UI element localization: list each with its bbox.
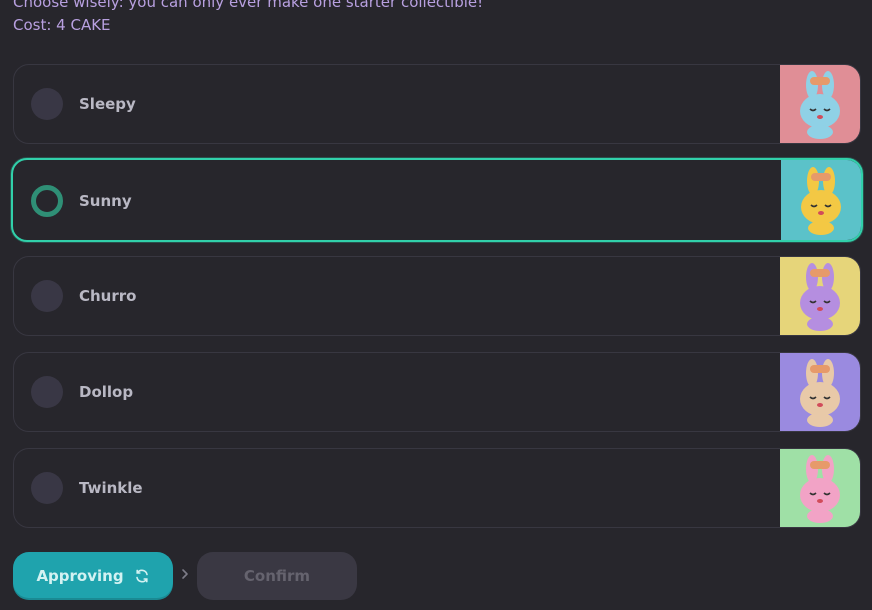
sunny-bunny-icon (781, 160, 861, 240)
approving-label: Approving (36, 567, 124, 585)
twinkle-bunny-icon (780, 449, 860, 527)
radio-button-selected[interactable] (31, 185, 63, 217)
option-label: Churro (79, 287, 137, 305)
option-label: Sleepy (79, 95, 136, 113)
action-bar: Approving Confirm (13, 552, 357, 600)
option-sunny[interactable]: Sunny (11, 158, 863, 242)
dollop-bunny-icon (780, 353, 860, 431)
radio-button[interactable] (31, 280, 63, 312)
approving-button[interactable]: Approving (13, 552, 173, 600)
intro-text: Choose wisely: you can only ever make on… (13, 0, 483, 35)
warning-text: Choose wisely: you can only ever make on… (13, 0, 484, 11)
bunny-options-list: Sleepy Sunny Churro Dollop Twinkle (11, 64, 863, 544)
option-churro[interactable]: Churro (13, 256, 861, 336)
radio-button[interactable] (31, 472, 63, 504)
option-label: Sunny (79, 192, 132, 210)
chevron-right-icon (173, 568, 197, 584)
radio-button[interactable] (31, 376, 63, 408)
refresh-icon (134, 568, 150, 584)
sleepy-bunny-icon (780, 65, 860, 143)
option-twinkle[interactable]: Twinkle (13, 448, 861, 528)
cost-text: Cost: 4 CAKE (13, 16, 111, 34)
option-sleepy[interactable]: Sleepy (13, 64, 861, 144)
radio-button[interactable] (31, 88, 63, 120)
option-dollop[interactable]: Dollop (13, 352, 861, 432)
option-label: Twinkle (79, 479, 143, 497)
confirm-label: Confirm (243, 567, 311, 585)
starter-collectible-panel: Choose wisely: you can only ever make on… (0, 0, 872, 610)
option-label: Dollop (79, 383, 134, 401)
confirm-button[interactable]: Confirm (197, 552, 357, 600)
churro-bunny-icon (780, 257, 860, 335)
